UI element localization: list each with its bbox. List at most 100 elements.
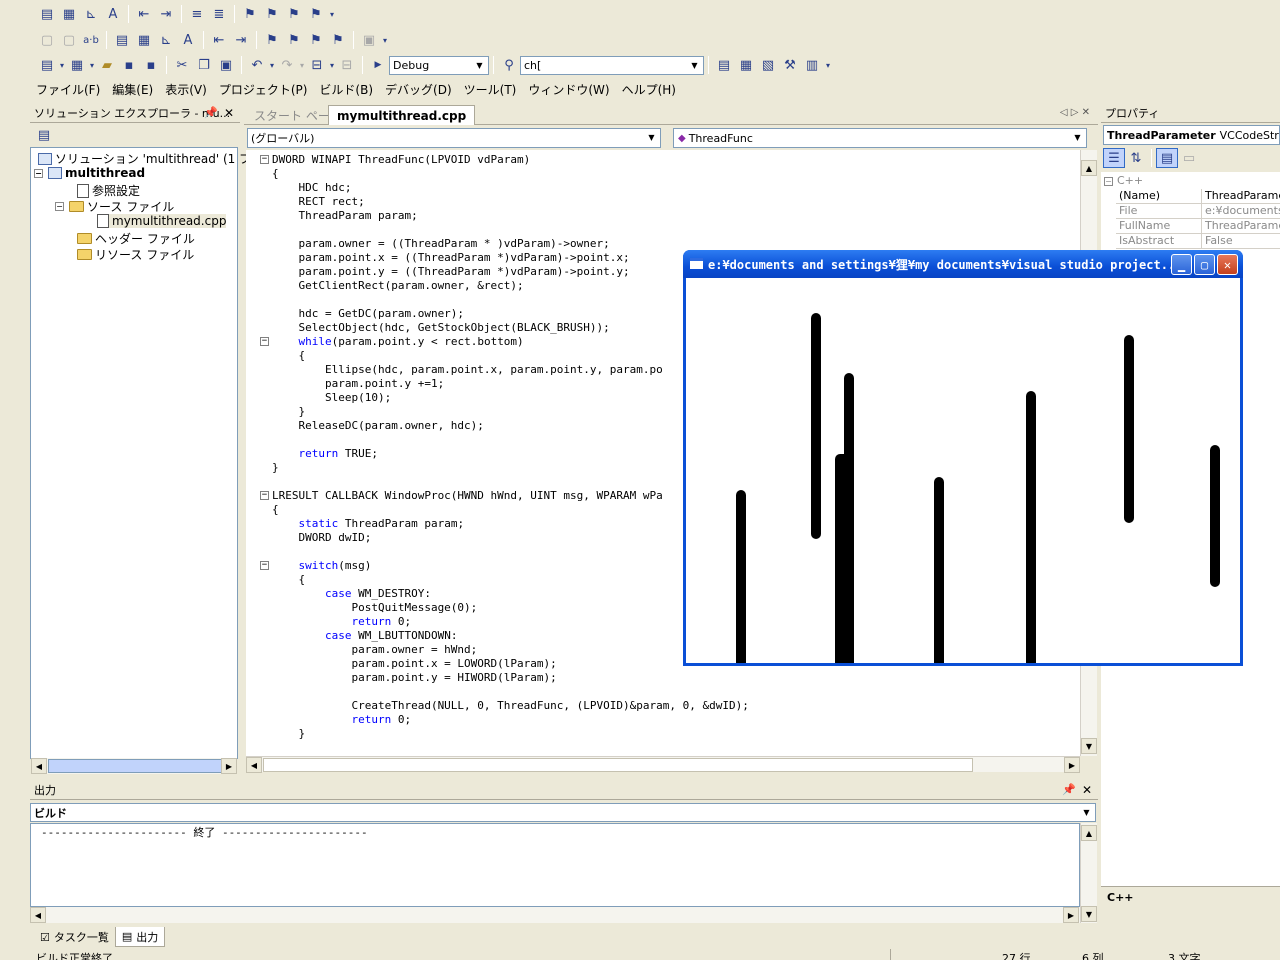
solution-explorer-hscrollbar[interactable]: ◀ ▶ (31, 758, 237, 774)
scroll-right-icon[interactable]: ▶ (1063, 907, 1079, 923)
tab-output[interactable]: ▤ 出力 (114, 927, 166, 947)
menu-window[interactable]: ウィンドウ(W) (522, 81, 615, 98)
function-select[interactable]: ◆ ThreadFunc ▼ (673, 128, 1087, 148)
maximize-button[interactable]: ▢ (1194, 254, 1215, 275)
tree-cpp-file[interactable]: mymultithread.cpp (97, 214, 227, 228)
tree-references[interactable]: 参照設定 (77, 182, 140, 199)
output-vscrollbar[interactable]: ▲ ▼ (1080, 823, 1097, 923)
fold-toggle-icon[interactable]: − (260, 491, 269, 500)
start-icon[interactable]: ▶ (367, 55, 389, 75)
navigate-forward-icon[interactable]: ⊟ (336, 55, 358, 75)
find-icon[interactable]: ⚲ (498, 55, 520, 75)
open-icon[interactable]: ▰ (96, 55, 118, 75)
menu-edit[interactable]: 編集(E) (106, 81, 159, 98)
toolbar-icon-12[interactable]: ▣ (358, 30, 380, 50)
property-row[interactable]: File e:¥documents (1116, 204, 1280, 219)
toolbar-icon-6[interactable]: ▢ (58, 30, 80, 50)
scroll-up-icon[interactable]: ▲ (1081, 160, 1097, 176)
chevron-down-icon[interactable]: ▾ (328, 55, 336, 75)
properties-icon[interactable]: ▦ (735, 55, 757, 75)
scroll-up-icon[interactable]: ▲ (1081, 825, 1097, 841)
properties-object-select[interactable]: ThreadParameter VCCodeStruct (1103, 125, 1280, 145)
add-item-icon[interactable]: ▦ (66, 55, 88, 75)
solution-config-select[interactable]: Debug ▼ (389, 55, 489, 75)
fold-toggle-icon[interactable]: − (260, 337, 269, 346)
tab-task-list[interactable]: ☑ タスク一覧 (34, 929, 115, 945)
class-view-icon[interactable]: ▥ (801, 55, 823, 75)
close-icon[interactable]: ✕ (1082, 783, 1092, 797)
tab-nav-icons[interactable]: ◁ ▷ ✕ (1060, 107, 1090, 118)
outdent-icon[interactable]: ⇥ (230, 30, 252, 50)
bookmark-icon[interactable]: ⚑ (261, 30, 283, 50)
collapse-icon[interactable]: − (1104, 177, 1113, 186)
scroll-left-icon[interactable]: ◀ (246, 757, 262, 773)
chevron-down-icon[interactable]: ▾ (380, 30, 390, 50)
indent-icon[interactable]: ⇤ (208, 30, 230, 50)
fold-toggle-icon[interactable]: − (260, 155, 269, 164)
pin-icon[interactable]: 📌 (204, 106, 218, 119)
toolbar-icon-8[interactable]: ▤ (111, 30, 133, 50)
chevron-down-icon[interactable]: ▾ (58, 55, 66, 75)
menu-help[interactable]: ヘルプ(H) (616, 81, 682, 98)
copy-icon[interactable]: ❐ (193, 55, 215, 75)
scroll-down-icon[interactable]: ▼ (1081, 906, 1097, 922)
save-icon[interactable]: ▪ (118, 55, 140, 75)
toolbar-icon-1[interactable]: ▤ (36, 4, 58, 24)
properties-icon[interactable]: ▤ (33, 125, 55, 145)
property-row[interactable]: (Name) ThreadParame (1116, 189, 1280, 204)
app-window-titlebar[interactable]: e:¥documents and settings¥狸¥my documents… (683, 250, 1243, 278)
navigate-icon[interactable]: ⊟ (306, 55, 328, 75)
bookmark-icon[interactable]: ⚑ (239, 4, 261, 24)
scope-select[interactable]: (グローバル) ▼ (247, 128, 661, 148)
bookmark-clear-icon[interactable]: ⚑ (327, 30, 349, 50)
undo-icon[interactable]: ↶ (246, 55, 268, 75)
scroll-left-icon[interactable]: ◀ (31, 758, 47, 774)
output-source-select[interactable]: ビルド ▼ (30, 803, 1096, 822)
toolbar-icon-11[interactable]: A (177, 30, 199, 50)
scroll-down-icon[interactable]: ▼ (1081, 738, 1097, 754)
find-combo[interactable]: ch[ ▼ (520, 55, 704, 75)
cut-icon[interactable]: ✂ (171, 55, 193, 75)
scroll-thumb[interactable] (263, 758, 973, 772)
bookmark-next-icon[interactable]: ⚑ (261, 4, 283, 24)
output-hscrollbar[interactable]: ◀ ▶ (30, 907, 1080, 923)
minimize-button[interactable]: ▁ (1171, 254, 1192, 275)
tab-mymultithread[interactable]: mymultithread.cpp (328, 105, 476, 125)
code-hscrollbar[interactable]: ◀ ▶ (246, 756, 1080, 773)
tree-header-files[interactable]: ヘッダー ファイル (77, 230, 195, 247)
toolbar-icon-10[interactable]: ⊾ (155, 30, 177, 50)
toolbar-icon-4[interactable]: A (102, 4, 124, 24)
tree-project[interactable]: − multithread (34, 166, 145, 180)
chevron-down-icon[interactable]: ▾ (268, 55, 276, 75)
drawing-canvas[interactable] (686, 278, 1240, 663)
scroll-left-icon[interactable]: ◀ (30, 907, 46, 923)
bookmark-clear-icon[interactable]: ⚑ (305, 4, 327, 24)
tree-resource-files[interactable]: リソース ファイル (77, 246, 194, 263)
pin-icon[interactable]: 📌 (1062, 783, 1076, 796)
output-text-area[interactable]: ---------------------- 終了 --------------… (30, 823, 1080, 907)
menu-debug[interactable]: デバッグ(D) (379, 81, 458, 98)
uncomment-icon[interactable]: ≣ (208, 4, 230, 24)
properties-icon[interactable]: ▤ (1156, 148, 1178, 168)
save-all-icon[interactable]: ▪ (140, 55, 162, 75)
redo-icon[interactable]: ↷ (276, 55, 298, 75)
paste-icon[interactable]: ▣ (215, 55, 237, 75)
bookmark-next-icon[interactable]: ⚑ (283, 30, 305, 50)
collapse-icon[interactable]: − (34, 168, 43, 178)
comment-icon[interactable]: ≡ (186, 4, 208, 24)
menu-view[interactable]: 表示(V) (159, 81, 213, 98)
toolbar-icon-7[interactable]: a·b (80, 30, 102, 50)
fold-toggle-icon[interactable]: − (260, 561, 269, 570)
chevron-down-icon[interactable]: ▾ (298, 55, 306, 75)
alphabetical-icon[interactable]: ⇅ (1125, 148, 1147, 168)
toolbar-icon-5[interactable]: ▢ (36, 30, 58, 50)
solution-explorer-icon[interactable]: ▤ (713, 55, 735, 75)
outdent-icon[interactable]: ⇥ (155, 4, 177, 24)
indent-icon[interactable]: ⇤ (133, 4, 155, 24)
scroll-thumb[interactable] (48, 759, 234, 773)
app-window[interactable]: e:¥documents and settings¥狸¥my documents… (683, 250, 1243, 666)
chevron-down-icon[interactable]: ▾ (88, 55, 96, 75)
scroll-right-icon[interactable]: ▶ (221, 758, 237, 774)
tree-source-files[interactable]: − ソース ファイル (55, 198, 174, 215)
menu-file[interactable]: ファイル(F) (30, 81, 106, 98)
